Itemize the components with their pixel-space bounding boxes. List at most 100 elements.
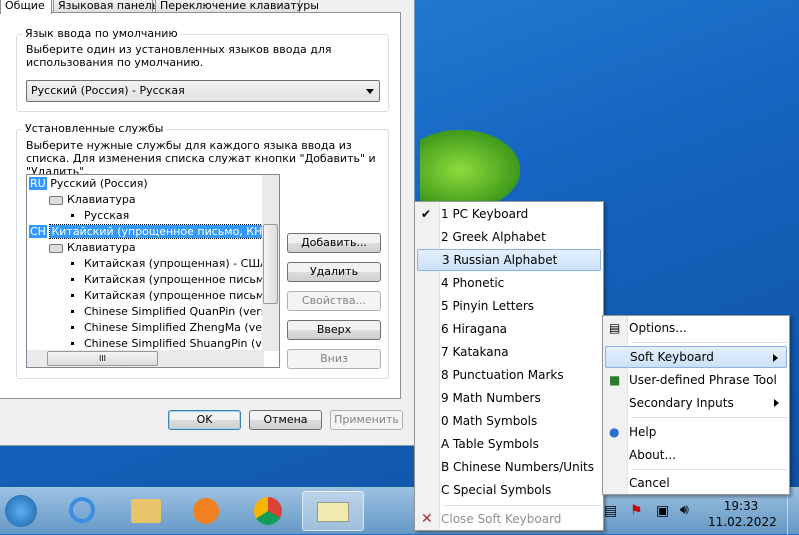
menu-label: 2 Greek Alphabet bbox=[441, 230, 546, 244]
tab-keyboard-switch[interactable]: Переключение клавиатуры bbox=[155, 0, 319, 13]
menu-item-soft-keyboard-layout[interactable]: 0 Math Symbols bbox=[417, 410, 601, 432]
menu-item-soft-keyboard-layout[interactable]: 7 Katakana bbox=[417, 341, 601, 363]
menu-label: 5 Pinyin Letters bbox=[441, 299, 535, 313]
tree-item[interactable]: RU Русский (Россия) bbox=[29, 176, 148, 192]
taskbar-internet-explorer[interactable] bbox=[54, 491, 110, 531]
default-description: Выберите один из установленных языков вв… bbox=[26, 43, 332, 69]
bullet-icon bbox=[71, 213, 74, 217]
menu-label: User-defined Phrase Tool bbox=[629, 373, 777, 387]
menu-label: 6 Hiragana bbox=[441, 322, 508, 336]
menu-item-soft-keyboard-layout[interactable]: 6 Hiragana bbox=[417, 318, 601, 340]
menu-item-close-soft-keyboard[interactable]: ✕ Close Soft Keyboard bbox=[417, 508, 601, 530]
bullet-icon bbox=[71, 277, 74, 281]
show-desktop-button[interactable] bbox=[787, 488, 799, 535]
apply-button[interactable]: Применить bbox=[330, 410, 403, 430]
menu-label: 0 Math Symbols bbox=[441, 414, 538, 428]
tree-item[interactable]: Китайская (упрощенное письмо) - bbox=[71, 272, 279, 288]
language-badge: RU bbox=[29, 177, 47, 190]
menu-label: 7 Katakana bbox=[441, 345, 509, 359]
internet-explorer-icon bbox=[69, 497, 95, 523]
menu-label: Close Soft Keyboard bbox=[441, 512, 562, 526]
tree-item[interactable]: Chinese Simplified QuanPin (version bbox=[71, 304, 279, 320]
services-description: Выберите нужные службы для каждого языка… bbox=[26, 139, 376, 178]
menu-label: 9 Math Numbers bbox=[441, 391, 541, 405]
tab-general[interactable]: Общие bbox=[0, 0, 52, 14]
clock[interactable]: 19:33 11.02.2022 bbox=[708, 498, 777, 530]
menu-item-soft-keyboard-layout[interactable]: 3 Russian Alphabet bbox=[417, 249, 601, 271]
menu-label: Cancel bbox=[629, 476, 670, 490]
menu-item-soft-keyboard-layout[interactable]: 2 Greek Alphabet bbox=[417, 226, 601, 248]
menu-item-soft-keyboard-layout[interactable]: 5 Pinyin Letters bbox=[417, 295, 601, 317]
bullet-icon bbox=[71, 325, 74, 329]
tree-item[interactable]: Chinese Simplified ZhengMa (version bbox=[71, 320, 280, 336]
services-tree[interactable]: RU Русский (Россия) Клавиатура Русская CH К… bbox=[26, 174, 280, 368]
text-services-dialog: Язык ввода по умолчанию Выберите один из… bbox=[0, 0, 415, 446]
taskbar-media-player[interactable] bbox=[178, 491, 234, 531]
menu-item-soft-keyboard-layout[interactable]: ✔ 1 PC Keyboard bbox=[417, 203, 601, 225]
menu-item-soft-keyboard-layout[interactable]: 9 Math Numbers bbox=[417, 387, 601, 409]
tree-item[interactable]: CH Китайский (упрощенное письмо, КНР) bbox=[29, 224, 276, 240]
chevron-down-icon bbox=[366, 89, 374, 94]
tree-item[interactable]: Клавиатура bbox=[49, 192, 136, 208]
menu-item-soft-keyboard-layout[interactable]: A Table Symbols bbox=[417, 433, 601, 455]
vertical-scrollbar[interactable] bbox=[262, 175, 279, 351]
default-language-select[interactable]: Русский (Россия) - Русская bbox=[26, 80, 380, 102]
menu-separator bbox=[631, 417, 787, 418]
menu-label: 8 Punctuation Marks bbox=[441, 368, 564, 382]
add-button[interactable]: Добавить... bbox=[287, 233, 381, 253]
volume-icon[interactable]: 🔊︎ bbox=[680, 502, 689, 518]
menu-item-soft-keyboard-layout[interactable]: C Special Symbols bbox=[417, 479, 601, 501]
tree-item-label: Chinese Simplified ZhengMa (version bbox=[84, 321, 280, 334]
tree-item[interactable]: Клавиатура bbox=[49, 240, 136, 256]
taskbar-chrome[interactable] bbox=[240, 491, 296, 531]
menu-item-cancel[interactable]: Cancel bbox=[605, 472, 787, 494]
tree-item-label: Китайская (упрощенная) - США bbox=[84, 257, 268, 270]
menu-label: Help bbox=[629, 425, 657, 439]
cancel-button[interactable]: Отмена bbox=[249, 410, 322, 430]
media-player-icon bbox=[193, 498, 219, 524]
start-button[interactable] bbox=[0, 491, 42, 531]
tree-item[interactable]: Русская bbox=[71, 208, 129, 224]
menu-label: C Special Symbols bbox=[441, 483, 552, 497]
action-center-flag-icon[interactable]: ⚑ bbox=[630, 503, 643, 519]
menu-item-help[interactable]: ● Help bbox=[605, 421, 787, 443]
bullet-icon bbox=[71, 341, 74, 345]
horizontal-scrollbar[interactable]: III bbox=[27, 350, 264, 367]
wallpaper-leaf bbox=[420, 130, 520, 210]
chrome-icon bbox=[254, 497, 282, 525]
menu-item-soft-keyboard-layout[interactable]: B Chinese Numbers/Units bbox=[417, 456, 601, 478]
tree-item-label: Русская bbox=[84, 209, 130, 222]
ime-tray-icon[interactable]: ▤ bbox=[604, 503, 617, 519]
select-value: Русский (Россия) - Русская bbox=[31, 84, 185, 97]
move-up-button[interactable]: Вверх bbox=[287, 320, 381, 340]
scroll-thumb[interactable] bbox=[263, 224, 278, 304]
tree-item-label: Русский (Россия) bbox=[50, 177, 148, 190]
menu-label: About... bbox=[629, 448, 676, 462]
taskbar-language-bar[interactable] bbox=[302, 491, 364, 531]
group-legend: Язык ввода по умолчанию bbox=[23, 27, 180, 40]
network-icon[interactable]: ▣ bbox=[656, 503, 669, 519]
taskbar-file-explorer[interactable] bbox=[118, 491, 174, 531]
menu-item-soft-keyboard[interactable]: Soft Keyboard bbox=[605, 346, 787, 368]
move-down-button[interactable]: Вниз bbox=[287, 349, 381, 369]
clock-time: 19:33 bbox=[723, 499, 759, 513]
menu-item-soft-keyboard-layout[interactable]: 8 Punctuation Marks bbox=[417, 364, 601, 386]
windows-logo-icon bbox=[5, 495, 37, 527]
tab-language-bar[interactable]: Языковая панель bbox=[53, 0, 158, 13]
menu-item-options[interactable]: ▤ Options... bbox=[605, 317, 787, 339]
menu-item-phrase-tool[interactable]: ■ User-defined Phrase Tool bbox=[605, 369, 787, 391]
phrase-book-icon: ■ bbox=[609, 373, 621, 387]
properties-button[interactable]: Свойства... bbox=[287, 291, 381, 311]
menu-item-soft-keyboard-layout[interactable]: 4 Phonetic bbox=[417, 272, 601, 294]
remove-button[interactable]: Удалить bbox=[287, 262, 381, 282]
menu-label: 4 Phonetic bbox=[441, 276, 505, 290]
scroll-thumb[interactable]: III bbox=[47, 351, 158, 366]
keyboard-icon bbox=[317, 502, 349, 522]
tree-item[interactable]: Китайская (упрощенное письмо) - bbox=[71, 288, 279, 304]
ok-button[interactable]: OK bbox=[168, 410, 241, 430]
menu-item-about[interactable]: About... bbox=[605, 444, 787, 466]
bullet-icon bbox=[71, 261, 74, 265]
menu-item-secondary-inputs[interactable]: Secondary Inputs bbox=[605, 392, 787, 414]
tree-item[interactable]: Китайская (упрощенная) - США bbox=[71, 256, 268, 272]
group-legend: Установленные службы bbox=[23, 122, 166, 135]
